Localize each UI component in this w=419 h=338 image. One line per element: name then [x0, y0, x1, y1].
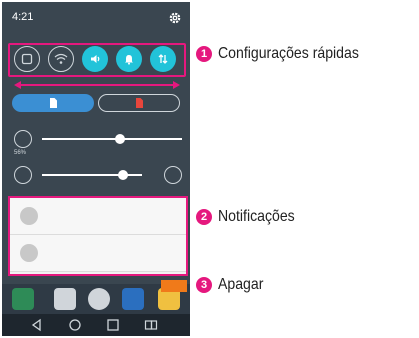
phone-volume-icon: [14, 166, 32, 184]
brightness-percent: 56%: [14, 150, 27, 156]
gear-icon[interactable]: [168, 11, 182, 25]
navigation-bar: [2, 314, 190, 336]
sound-toggle[interactable]: [82, 46, 108, 72]
app-avatar: [20, 244, 38, 262]
double-arrow-icon: [14, 81, 180, 89]
app-avatar: [20, 207, 38, 225]
notification-item[interactable]: [10, 198, 186, 235]
notifications-panel: [8, 196, 188, 276]
callout-label: Configurações rápidas: [218, 45, 359, 62]
status-time: 4:21: [12, 11, 34, 23]
callout-clear: 3 Apagar: [196, 276, 270, 294]
phone-app-icon[interactable]: [12, 288, 34, 310]
brightness-icon: [14, 130, 32, 148]
callout-label: Notificações: [218, 208, 295, 225]
data-transfer-toggle[interactable]: [150, 46, 176, 72]
contacts-app-icon[interactable]: [54, 288, 76, 310]
notification-toggle[interactable]: [116, 46, 142, 72]
callout-quick-settings: 1 Configurações rápidas: [196, 45, 378, 63]
volume-slider-row: [14, 166, 182, 188]
volume-thumb[interactable]: [118, 170, 129, 180]
sim-card-icon: [50, 98, 57, 108]
sim1-button[interactable]: [12, 94, 94, 112]
brightness-slider-row: 56%: [14, 130, 182, 156]
data-transfer-icon: [158, 54, 168, 64]
clear-button[interactable]: [161, 280, 187, 292]
gear-icon[interactable]: [164, 166, 182, 184]
apps-drawer-icon[interactable]: [88, 288, 110, 310]
callout-number: 2: [196, 209, 212, 225]
screen-mirror-toggle[interactable]: [14, 46, 40, 72]
sim2-button[interactable]: [98, 94, 180, 112]
brightness-track[interactable]: [42, 138, 182, 140]
home-icon[interactable]: [68, 318, 82, 332]
notification-bell-icon: [125, 55, 133, 65]
wifi-icon: [54, 53, 68, 64]
screen-mirror-icon: [21, 53, 33, 65]
brightness-thumb[interactable]: [115, 134, 126, 144]
callout-label: Apagar: [218, 276, 264, 293]
browser-app-icon[interactable]: [122, 288, 144, 310]
callout-number: 1: [196, 46, 212, 62]
callout-number: 3: [196, 277, 212, 293]
sound-icon: [91, 55, 100, 63]
wifi-toggle[interactable]: [48, 46, 74, 72]
status-bar: 4:21: [2, 2, 190, 42]
sim-card-icon: [136, 98, 143, 108]
callout-notifications: 2 Notificações: [196, 208, 305, 226]
dual-window-icon[interactable]: [144, 318, 158, 332]
notification-item[interactable]: [10, 235, 186, 272]
recent-apps-icon[interactable]: [106, 318, 120, 332]
back-icon[interactable]: [30, 318, 44, 332]
phone-screen: 4:21 56%: [2, 2, 190, 336]
